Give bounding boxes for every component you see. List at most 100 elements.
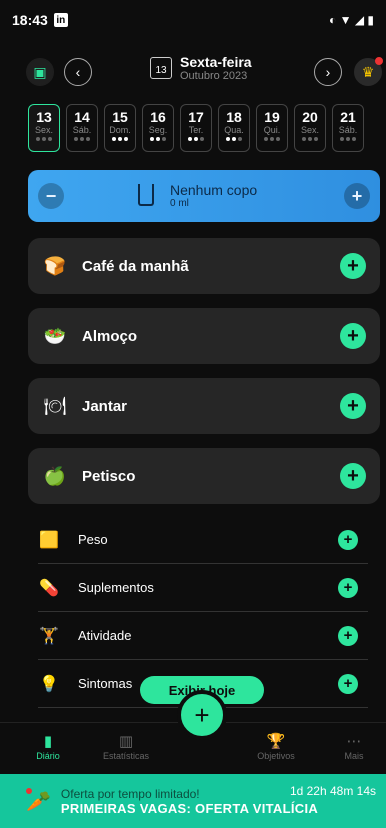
promo-timer: 1d 22h 48m 14s — [289, 784, 376, 798]
progress-dot — [118, 137, 122, 141]
nav-stats[interactable]: ▥ Estatísticas — [96, 731, 156, 761]
progress-dot — [156, 137, 160, 141]
add-fab-button[interactable]: + — [177, 690, 227, 740]
day-chip[interactable]: 19 Qui. — [256, 104, 288, 152]
day-chip[interactable]: 21 Sáb. — [332, 104, 364, 152]
progress-dots — [188, 137, 204, 141]
calendar-icon[interactable]: ▣ — [26, 58, 54, 86]
day-chip[interactable]: 14 Sáb. — [66, 104, 98, 152]
day-chip[interactable]: 13 Sex. — [28, 104, 60, 152]
linkedin-notification-icon: in — [53, 13, 68, 27]
scale-icon: 🟨 — [39, 531, 59, 549]
progress-dot — [36, 137, 40, 141]
add-dinner-button[interactable]: + — [340, 393, 366, 419]
day-number: 18 — [226, 109, 242, 125]
meal-row-dinner[interactable]: 🍽 Jantar + — [28, 378, 380, 434]
day-chip[interactable]: 17 Ter. — [180, 104, 212, 152]
extra-label: Atividade — [78, 628, 132, 643]
progress-dot — [48, 137, 52, 141]
progress-dot — [194, 137, 198, 141]
status-bar: 18:43 in ◐ ▼ ◢ ▮ — [0, 0, 386, 40]
nav-label: Diário — [36, 751, 60, 761]
meal-row-breakfast[interactable]: 🍞 Café da manhã + — [28, 238, 380, 294]
cup-icon — [138, 184, 154, 206]
add-water-button[interactable]: + — [344, 183, 370, 209]
day-number: 17 — [188, 109, 204, 125]
add-supplements-button[interactable]: + — [338, 577, 358, 598]
promo-line2: PRIMEIRAS VAGAS: OFERTA VITALÍCIA — [60, 800, 319, 816]
extra-row-weight[interactable]: 🟨 Peso + — [38, 516, 368, 564]
progress-dot — [308, 137, 312, 141]
add-symptoms-button[interactable]: + — [338, 673, 358, 694]
trophy-icon: 🏆 — [266, 733, 286, 750]
add-breakfast-button[interactable]: + — [340, 253, 366, 279]
meal-row-lunch[interactable]: 🥗 Almoço + — [28, 308, 380, 364]
extra-row-activity[interactable]: 🏋 Atividade + — [38, 612, 368, 660]
progress-dots — [112, 137, 128, 141]
meal-label: Café da manhã — [82, 257, 189, 275]
promo-banner[interactable]: 🥕 Oferta por tempo limitado! PRIMEIRAS V… — [0, 774, 386, 828]
day-chip[interactable]: 15 Dom. — [104, 104, 136, 152]
next-day-button[interactable]: › — [314, 58, 342, 86]
day-chip[interactable]: 20 Sex. — [294, 104, 326, 152]
day-label: Sex. — [300, 125, 319, 135]
calendar-day-icon: 13 — [150, 57, 172, 79]
remove-water-button[interactable]: − — [38, 183, 64, 209]
progress-dot — [270, 137, 274, 141]
progress-dot — [124, 137, 128, 141]
nav-label: Mais — [344, 751, 364, 761]
stats-icon: ▥ — [118, 733, 134, 750]
meal-label: Petisco — [82, 467, 136, 485]
progress-dot — [226, 137, 230, 141]
extra-row-supplements[interactable]: 💊 Suplementos + — [38, 564, 368, 612]
day-label: Seg. — [148, 125, 168, 135]
progress-dot — [232, 137, 236, 141]
progress-dots — [302, 137, 318, 141]
day-number: 20 — [302, 109, 318, 125]
progress-dot — [42, 137, 46, 141]
day-number: 15 — [112, 109, 128, 125]
day-chip[interactable]: 16 Seg. — [142, 104, 174, 152]
progress-dot — [80, 137, 84, 141]
notification-dot — [26, 788, 32, 794]
day-label: Sáb. — [72, 125, 92, 135]
promo-line1: Oferta por tempo limitado! — [60, 786, 200, 801]
add-activity-button[interactable]: + — [338, 625, 358, 646]
day-label: Dom. — [109, 125, 131, 135]
progress-dot — [276, 137, 280, 141]
meal-label: Jantar — [82, 397, 128, 415]
meal-row-snack[interactable]: 🍏 Petisco + — [28, 448, 380, 504]
nav-goals[interactable]: 🏆 Objetivos — [246, 731, 306, 761]
progress-dots — [150, 137, 166, 141]
progress-dot — [346, 137, 350, 141]
weekday-title: Sexta-feira — [180, 54, 252, 70]
add-lunch-button[interactable]: + — [340, 323, 366, 349]
progress-dot — [314, 137, 318, 141]
premium-crown-icon[interactable]: ♛ — [354, 57, 383, 86]
day-label: Ter. — [188, 125, 204, 135]
previous-day-button[interactable]: ‹ — [64, 58, 92, 86]
progress-dots — [340, 137, 356, 141]
progress-dots — [226, 137, 242, 141]
current-date[interactable]: 13 Sexta-feira Outubro 2023 — [150, 54, 252, 82]
progress-dot — [200, 137, 204, 141]
progress-dot — [302, 137, 306, 141]
day-number: 19 — [264, 109, 280, 125]
day-number: 14 — [74, 109, 90, 125]
progress-dot — [264, 137, 268, 141]
add-snack-button[interactable]: + — [340, 463, 366, 489]
bulb-icon: 💡 — [39, 675, 59, 693]
progress-dot — [150, 137, 154, 141]
apple-icon: 🍏 — [43, 465, 67, 486]
progress-dot — [86, 137, 90, 141]
add-weight-button[interactable]: + — [338, 529, 358, 550]
progress-dot — [188, 137, 192, 141]
nav-more[interactable]: ⋯ Mais — [324, 731, 384, 761]
day-chip[interactable]: 18 Qua. — [218, 104, 250, 152]
day-number: 13 — [36, 109, 52, 125]
nav-diary[interactable]: ▮ Diário — [18, 731, 78, 761]
nav-label: Objetivos — [257, 751, 295, 761]
diary-icon: ▮ — [43, 733, 53, 750]
meal-label: Almoço — [82, 327, 138, 345]
water-title: Nenhum copo — [170, 182, 258, 198]
